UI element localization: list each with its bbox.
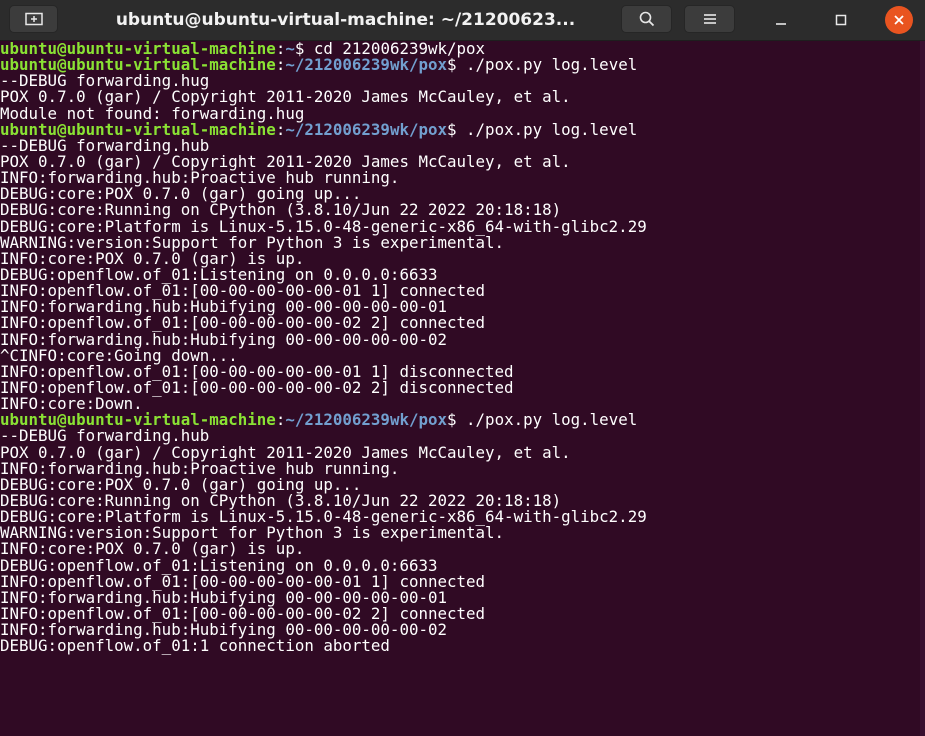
- terminal-line: DEBUG:openflow.of_01:1 connection aborte…: [0, 636, 390, 656]
- terminal-output[interactable]: ubuntu@ubuntu-virtual-machine:~$ cd 2120…: [0, 41, 925, 736]
- close-button[interactable]: [885, 6, 913, 34]
- command-text: $ ./pox.py log.level: [447, 410, 638, 430]
- minimize-button[interactable]: [766, 5, 796, 35]
- minimize-icon: [776, 23, 786, 25]
- command-text: $ ./pox.py log.level: [447, 119, 638, 139]
- command-text: $ ./pox.py log.level: [447, 55, 638, 75]
- close-icon: [894, 15, 904, 25]
- prompt-separator: :: [275, 119, 286, 139]
- menu-button[interactable]: [684, 5, 735, 33]
- terminal-window: ubuntu@ubuntu-virtual-machine: ~/2120062…: [0, 0, 925, 736]
- terminal-scrollbar[interactable]: [920, 41, 925, 736]
- hamburger-menu-icon: [703, 14, 716, 24]
- search-icon: [639, 11, 654, 27]
- prompt-path: ~/212006239wk/pox: [285, 410, 448, 430]
- new-tab-icon: [24, 12, 43, 26]
- prompt-path: ~/212006239wk/pox: [285, 119, 448, 139]
- prompt-separator: :: [275, 55, 286, 75]
- prompt-path: ~/212006239wk/pox: [285, 55, 448, 75]
- maximize-button[interactable]: [826, 5, 856, 35]
- new-tab-button[interactable]: [9, 5, 58, 33]
- prompt-separator: :: [275, 410, 286, 430]
- title-bar[interactable]: ubuntu@ubuntu-virtual-machine: ~/2120062…: [0, 0, 925, 41]
- window-title: ubuntu@ubuntu-virtual-machine: ~/2120062…: [115, 10, 576, 30]
- maximize-icon: [835, 14, 847, 26]
- search-button[interactable]: [621, 5, 672, 33]
